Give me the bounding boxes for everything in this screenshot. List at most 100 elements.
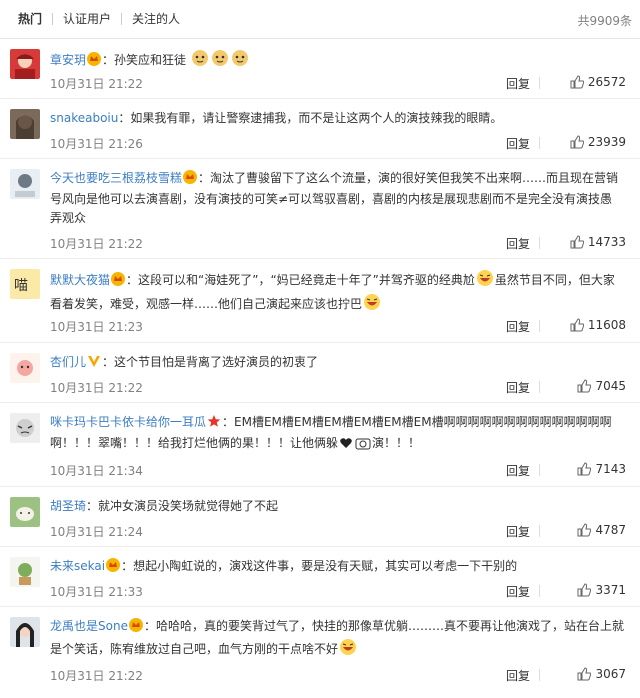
like-button[interactable]: 4787 xyxy=(577,523,626,537)
username-link[interactable]: 今天也要吃三根荔枝雪糕 xyxy=(50,171,182,185)
username-link[interactable]: 未来sekai xyxy=(50,559,105,573)
username-link[interactable]: 默默大夜猫 xyxy=(50,273,110,287)
comment-meta: 10月31日 21:23 回复 11608 xyxy=(50,318,626,334)
like-count: 3067 xyxy=(595,667,626,681)
divider xyxy=(539,525,540,537)
comment-text: 咪卡玛卡巴卡依卡给你一耳瓜 ：EM槽EM槽EM槽EM槽EM槽EM槽EM槽啊啊啊啊啊… xyxy=(50,413,624,456)
username-link[interactable]: 章安玥 xyxy=(50,53,86,67)
thumbs-up-icon xyxy=(577,462,592,476)
star-badge-icon xyxy=(207,414,221,434)
like-count: 7045 xyxy=(595,379,626,393)
like-button[interactable]: 14733 xyxy=(570,235,626,249)
comment-total-count: 共9909条 xyxy=(577,14,632,28)
comment-meta: 10月31日 21:26 回复 23939 xyxy=(50,135,626,151)
avatar[interactable] xyxy=(10,497,40,527)
avatar[interactable] xyxy=(10,169,40,199)
laughing-emoji-icon xyxy=(339,638,357,662)
divider xyxy=(539,464,540,476)
like-button[interactable]: 26572 xyxy=(570,75,626,89)
comment-meta: 10月31日 21:22 回复 7045 xyxy=(50,379,626,395)
comment-content-tail: 演！！！ xyxy=(372,436,421,450)
reply-button[interactable]: 回复 xyxy=(506,523,530,540)
like-count: 14733 xyxy=(587,235,626,249)
divider xyxy=(539,585,540,597)
comment-text: snakeaboiu：如果我有罪，请让警察逮捕我，而不是让这两个人的演技辣我的眼… xyxy=(50,109,624,128)
reply-button[interactable]: 回复 xyxy=(506,462,530,479)
thumbs-up-icon xyxy=(570,135,584,149)
username-link[interactable]: 胡圣琦 xyxy=(50,499,86,513)
doge-emoji-icon xyxy=(211,49,229,73)
comment-tabs: 热门 认证用户 关注的人 共9909条 xyxy=(0,0,640,39)
comment-item: 喵 默默大夜猫 ：这段可以和“海娃死了”，“妈已经竟走十年了”并驾齐驱的经典尬 虽然… xyxy=(0,259,640,343)
username-link[interactable]: 咪卡玛卡巴卡依卡给你一耳瓜 xyxy=(50,415,206,429)
comment-meta: 10月31日 21:34 回复 7143 xyxy=(50,462,626,478)
comment-item: 章安玥 ：孙笑应和狂徒 10月31日 21:22 回复 26572 xyxy=(0,39,640,99)
avatar[interactable] xyxy=(10,617,40,647)
thumbs-up-icon xyxy=(577,583,592,597)
like-button[interactable]: 7143 xyxy=(577,462,626,476)
avatar[interactable] xyxy=(10,557,40,587)
comment-text: 今天也要吃三根荔枝雪糕 ：淘汰了曹骏留下了这么个流量，演的很好笑但我笑不出来啊……… xyxy=(50,169,624,228)
like-count: 11608 xyxy=(587,318,626,332)
laughing-emoji-icon xyxy=(363,293,381,317)
like-button[interactable]: 23939 xyxy=(570,135,626,149)
reply-button[interactable]: 回复 xyxy=(506,379,530,396)
comment-text: 胡圣琦：就冲女演员没笑场就觉得她了不起 xyxy=(50,497,624,516)
comment-meta: 10月31日 21:22 回复 26572 xyxy=(50,75,626,91)
username-link[interactable]: snakeaboiu xyxy=(50,111,118,125)
comment-text: 章安玥 ：孙笑应和狂徒 xyxy=(50,49,624,73)
reply-button[interactable]: 回复 xyxy=(506,318,530,335)
doge-emoji-icon xyxy=(231,49,249,73)
thumbs-up-icon xyxy=(577,379,592,393)
comment-time: 10月31日 21:24 xyxy=(50,525,143,539)
avatar[interactable] xyxy=(10,353,40,383)
comment-meta: 10月31日 21:22 回复 3067 xyxy=(50,667,626,683)
divider xyxy=(539,137,540,149)
comment-item: 胡圣琦：就冲女演员没笑场就觉得她了不起 10月31日 21:24 回复 4787 xyxy=(0,487,640,547)
avatar[interactable] xyxy=(10,109,40,139)
crown-badge-icon xyxy=(106,558,121,578)
verified-v-badge-icon xyxy=(87,354,101,374)
comment-time: 10月31日 21:22 xyxy=(50,77,143,91)
comment-time: 10月31日 21:33 xyxy=(50,585,143,599)
avatar[interactable] xyxy=(10,413,40,443)
comment-time: 10月31日 21:22 xyxy=(50,237,143,251)
like-button[interactable]: 3371 xyxy=(577,583,626,597)
reply-button[interactable]: 回复 xyxy=(506,667,530,684)
thumbs-up-icon xyxy=(577,523,592,537)
avatar[interactable] xyxy=(10,49,40,79)
heart-emoji-icon xyxy=(339,436,353,456)
avatar[interactable]: 喵 xyxy=(10,269,40,299)
comment-time: 10月31日 21:26 xyxy=(50,137,143,151)
like-button[interactable]: 11608 xyxy=(570,318,626,332)
camera-emoji-icon xyxy=(355,436,371,456)
username-link[interactable]: 龙禹也是Sone xyxy=(50,619,128,633)
crown-badge-icon xyxy=(128,618,143,638)
tab-verified-users[interactable]: 认证用户 xyxy=(53,12,121,26)
comment-time: 10月31日 21:22 xyxy=(50,381,143,395)
tab-hot[interactable]: 热门 xyxy=(8,12,52,26)
comment-time: 10月31日 21:23 xyxy=(50,320,143,334)
comment-text: 杏们儿 ：这个节目怕是背离了选好演员的初衷了 xyxy=(50,353,624,374)
comment-content: ：孙笑应和狂徒 xyxy=(102,53,187,67)
tab-following[interactable]: 关注的人 xyxy=(122,12,190,26)
comment-content: ：如果我有罪，请让警察逮捕我，而不是让这两个人的演技辣我的眼睛。 xyxy=(118,111,503,125)
divider xyxy=(539,381,540,393)
username-link[interactable]: 杏们儿 xyxy=(50,355,86,369)
laughing-emoji-icon xyxy=(476,269,494,293)
comment-text: 未来sekai ：想起小陶虹说的，演戏这件事，要是没有天赋，其实可以考虑一下干别的 xyxy=(50,557,624,578)
like-button[interactable]: 3067 xyxy=(577,667,626,681)
reply-button[interactable]: 回复 xyxy=(506,135,530,152)
like-count: 3371 xyxy=(595,583,626,597)
comment-meta: 10月31日 21:24 回复 4787 xyxy=(50,523,626,539)
crown-badge-icon xyxy=(183,170,198,190)
reply-button[interactable]: 回复 xyxy=(506,583,530,600)
like-count: 23939 xyxy=(587,135,626,149)
comment-content: ：就冲女演员没笑场就觉得她了不起 xyxy=(86,499,279,513)
reply-button[interactable]: 回复 xyxy=(506,75,530,92)
comment-item: 杏们儿 ：这个节目怕是背离了选好演员的初衷了 10月31日 21:22 回复 70… xyxy=(0,343,640,403)
like-button[interactable]: 7045 xyxy=(577,379,626,393)
comment-text: 默默大夜猫 ：这段可以和“海娃死了”，“妈已经竟走十年了”并驾齐驱的经典尬 虽然节目… xyxy=(50,269,624,317)
comment-content: ：这段可以和“海娃死了”，“妈已经竟走十年了”并驾齐驱的经典尬 xyxy=(126,273,475,287)
reply-button[interactable]: 回复 xyxy=(506,235,530,252)
